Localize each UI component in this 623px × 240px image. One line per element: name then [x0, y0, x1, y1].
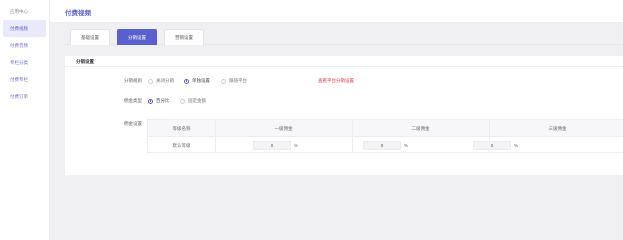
radio-dot-icon [148, 98, 153, 104]
view-platform-distribution-link[interactable]: 查看平台分销设置 [318, 78, 354, 84]
radio-dot-icon [180, 98, 185, 104]
section-divider [65, 66, 623, 67]
tab-basic-settings[interactable]: 基础设置 [70, 29, 110, 45]
page-title: 付费视频 [65, 10, 91, 17]
sidebar-item-column-category[interactable]: 专栏分类 [0, 54, 49, 71]
radio-dot-icon [221, 78, 226, 84]
radio-label: 跟随平台 [229, 78, 247, 83]
level3-commission-input[interactable]: 0 [473, 141, 511, 150]
sidebar: 应用中心 付费视频 付费音频 专栏分类 付费专栏 付费订单 [0, 0, 50, 240]
header-level3: 三级佣金 [548, 126, 567, 131]
table-row: 默认等级 0 % 0 % 0 % [148, 137, 623, 154]
table-header: 等级名称 一级佣金 二级佣金 三级佣金 [148, 120, 623, 137]
commission-type-label: 佣金类型 [124, 98, 142, 103]
header-level-name: 等级名称 [172, 126, 191, 131]
sidebar-item-paid-column[interactable]: 付费专栏 [0, 71, 49, 88]
tab-bar: 基础设置 分销设置 营销设置 [65, 29, 623, 45]
radio-separate-settings[interactable]: 单独设置 [184, 78, 210, 84]
radio-label: 关闭分销 [156, 78, 174, 83]
sidebar-item-paid-audio[interactable]: 付费音频 [0, 37, 49, 54]
radio-label: 百分比 [156, 98, 170, 103]
sidebar-item-app-center[interactable]: 应用中心 [0, 3, 49, 20]
page-header: 付费视频 [50, 0, 623, 23]
radio-dot-icon [184, 78, 189, 84]
radio-dot-icon [148, 78, 153, 84]
tab-marketing-settings[interactable]: 营销设置 [164, 29, 204, 45]
percent-unit: % [294, 143, 299, 148]
commission-settings-label: 佣金设置 [124, 121, 142, 126]
sidebar-item-paid-video[interactable]: 付费视频 [3, 20, 46, 37]
percent-unit: % [514, 143, 519, 148]
radio-label: 固定金额 [188, 98, 206, 103]
sidebar-item-paid-orders[interactable]: 付费订单 [0, 88, 49, 105]
level2-commission-input[interactable]: 0 [363, 141, 401, 150]
radio-label: 单独设置 [192, 78, 210, 83]
distribution-rule-label: 分销规则 [124, 78, 142, 83]
commission-table: 等级名称 一级佣金 二级佣金 三级佣金 默认等级 0 % 0 % 0 % [147, 119, 623, 153]
section-title: 分销设置 [76, 59, 94, 64]
radio-follow-platform[interactable]: 跟随平台 [221, 78, 247, 84]
header-level1: 一级佣金 [274, 126, 293, 131]
percent-unit: % [404, 143, 409, 148]
header-level2: 二级佣金 [411, 126, 430, 131]
radio-fixed-amount[interactable]: 固定金额 [180, 98, 206, 104]
radio-percentage[interactable]: 百分比 [148, 98, 170, 104]
distribution-settings-panel: 分销设置 分销规则 关闭分销 单独设置 跟随平台 查看平台分销设置 佣金类型 百… [65, 56, 623, 175]
tab-distribution-settings[interactable]: 分销设置 [117, 29, 157, 45]
level-name-cell: 默认等级 [172, 143, 191, 148]
level1-commission-input[interactable]: 0 [253, 141, 291, 150]
radio-close-distribution[interactable]: 关闭分销 [148, 78, 174, 84]
